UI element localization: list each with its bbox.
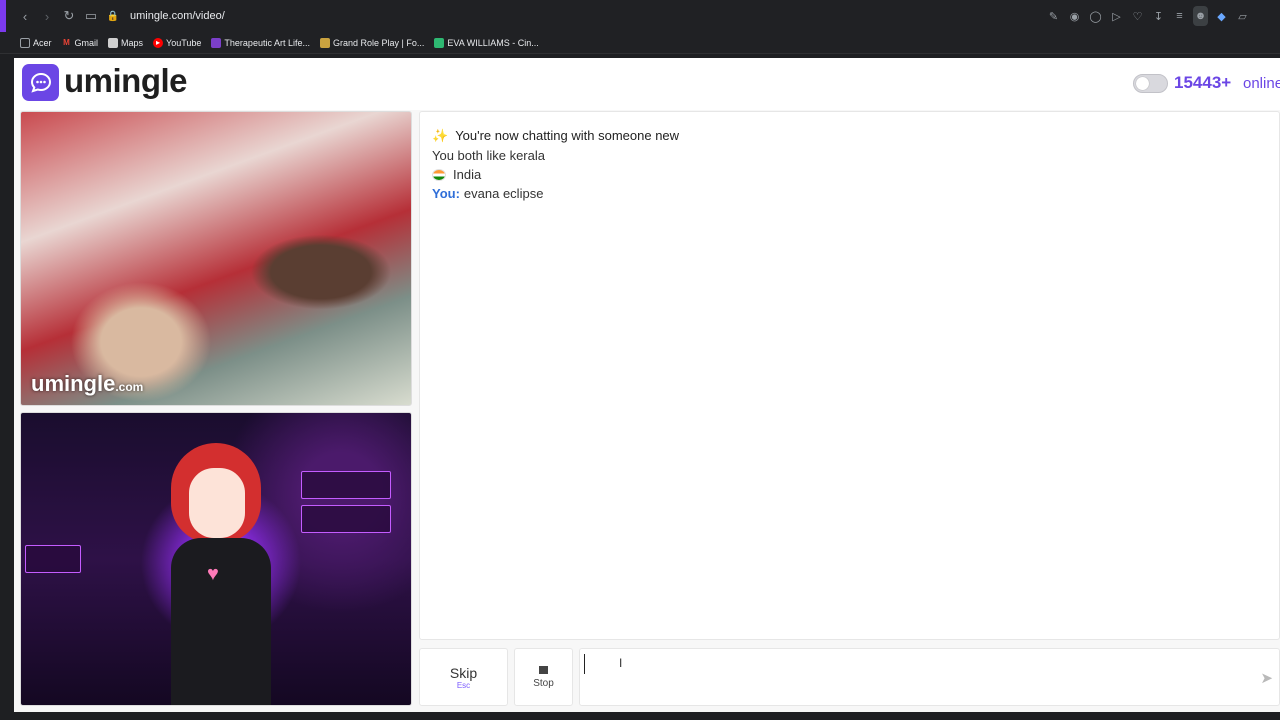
reload-icon[interactable]: ↻ bbox=[58, 5, 80, 27]
avatar-body bbox=[171, 538, 271, 705]
stop-icon bbox=[539, 665, 548, 674]
watermark-sub: .com bbox=[115, 380, 144, 394]
bookmark-maps[interactable]: Maps bbox=[108, 37, 144, 48]
chat-status-line: ✨ You're now chatting with someone new bbox=[432, 126, 1267, 145]
text-cursor-icon: I bbox=[619, 656, 623, 670]
bookmark-label: Therapeutic Art Life... bbox=[224, 37, 310, 48]
neon-sign-kick bbox=[301, 505, 391, 533]
message-line: You: evana eclipse bbox=[432, 184, 1267, 203]
bookmark-gmail[interactable]: M Gmail bbox=[62, 37, 99, 48]
window-edge bbox=[0, 0, 6, 32]
skip-label: Skip bbox=[449, 664, 478, 681]
watermark-text: umingle bbox=[31, 371, 116, 396]
chat-status-text: You're now chatting with someone new bbox=[455, 128, 680, 143]
neon-sign-youtube bbox=[301, 471, 391, 499]
sparkle-icon: ✨ bbox=[432, 127, 449, 143]
browser-toolbar: ‹ › ↻ ▭ 🔒 umingle.com/video/ ✎ ◉ ◯ ▷ ♡ ↧… bbox=[0, 0, 1280, 32]
bookmark-eva[interactable]: EVA WILLIAMS - Cin... bbox=[434, 37, 539, 48]
cube-icon[interactable]: ▱ bbox=[1235, 6, 1250, 26]
bookmark-label: EVA WILLIAMS - Cin... bbox=[447, 37, 539, 48]
stranger-video: umingle.com bbox=[20, 111, 412, 406]
eva-icon bbox=[434, 37, 445, 48]
bookmark-label: Grand Role Play | Fo... bbox=[332, 37, 425, 48]
video-watermark: umingle.com bbox=[31, 371, 143, 397]
youtube-icon: ▸ bbox=[153, 37, 164, 48]
lock-icon: 🔒 bbox=[106, 10, 120, 22]
bookmark-roleplay[interactable]: Grand Role Play | Fo... bbox=[319, 37, 425, 48]
skip-shortcut: Esc bbox=[456, 680, 471, 690]
back-icon[interactable]: ‹ bbox=[14, 5, 36, 27]
bookmark-label: Gmail bbox=[74, 37, 99, 48]
bookmark-label: Acer bbox=[33, 37, 52, 48]
chat-bubble-icon[interactable] bbox=[22, 64, 59, 101]
send-icon[interactable]: ➤ bbox=[1260, 669, 1273, 687]
common-interest-text: You both like kerala bbox=[432, 148, 545, 163]
forward-icon[interactable]: › bbox=[36, 5, 58, 27]
toggle-knob bbox=[1136, 77, 1149, 90]
stop-button[interactable]: Stop bbox=[514, 648, 573, 706]
logo-text[interactable]: umingle bbox=[64, 62, 188, 100]
umingle-page: umingle 15443+ online umingle.com ♥ ✨ You… bbox=[14, 58, 1280, 712]
edit-icon[interactable]: ✎ bbox=[1046, 6, 1061, 26]
camera-icon[interactable]: ◉ bbox=[1067, 6, 1082, 26]
bookmarks-bar: Acer M Gmail Maps ▸ YouTube Therapeutic Ar… bbox=[0, 32, 1280, 54]
bookmark-therapeutic[interactable]: Therapeutic Art Life... bbox=[211, 37, 310, 48]
heart-icon: ♥ bbox=[207, 563, 219, 585]
gmail-icon: M bbox=[63, 37, 70, 47]
play-icon[interactable]: ▷ bbox=[1109, 6, 1124, 26]
therapeutic-icon bbox=[211, 37, 222, 48]
stop-label: Stop bbox=[533, 677, 554, 689]
menu-icon[interactable]: ≡ bbox=[1172, 6, 1187, 26]
country-line: India bbox=[432, 165, 1267, 184]
chat-log: ✨ You're now chatting with someone new Yo… bbox=[419, 111, 1280, 640]
theme-toggle[interactable] bbox=[1133, 74, 1168, 93]
roleplay-icon bbox=[319, 37, 330, 48]
online-count: 15443+ bbox=[1174, 73, 1232, 92]
india-flag-icon bbox=[432, 168, 446, 181]
bookmark-label: Maps bbox=[121, 37, 144, 48]
avatar-face bbox=[189, 468, 245, 538]
you-label: You: bbox=[432, 186, 460, 201]
common-interest-line: You both like kerala bbox=[432, 146, 1267, 165]
message-input[interactable] bbox=[584, 654, 1224, 674]
heart-icon[interactable]: ♡ bbox=[1130, 6, 1145, 26]
shield-icon[interactable]: ◯ bbox=[1088, 6, 1103, 26]
neon-sign-left bbox=[25, 545, 81, 573]
download-icon[interactable]: ↧ bbox=[1151, 6, 1166, 26]
self-video: ♥ bbox=[20, 412, 412, 706]
extension-icon[interactable]: ◆ bbox=[1214, 6, 1229, 26]
address-bar[interactable]: umingle.com/video/ bbox=[130, 10, 225, 22]
folder-icon bbox=[20, 37, 30, 48]
bookmark-label: YouTube bbox=[166, 37, 202, 48]
country-text: India bbox=[453, 167, 482, 182]
profile-icon[interactable]: ☻ bbox=[1193, 6, 1208, 26]
skip-button[interactable]: Skip Esc bbox=[419, 648, 508, 706]
bookmark-acer[interactable]: Acer bbox=[20, 37, 52, 48]
site-header: umingle 15443+ online bbox=[14, 58, 1280, 110]
page-icon bbox=[108, 37, 119, 48]
tab-icon[interactable]: ▭ bbox=[80, 5, 102, 27]
message-text: evana eclipse bbox=[463, 186, 544, 201]
bookmark-youtube[interactable]: ▸ YouTube bbox=[153, 37, 202, 48]
message-box: ➤ bbox=[579, 648, 1280, 706]
online-label: online bbox=[1243, 75, 1280, 92]
